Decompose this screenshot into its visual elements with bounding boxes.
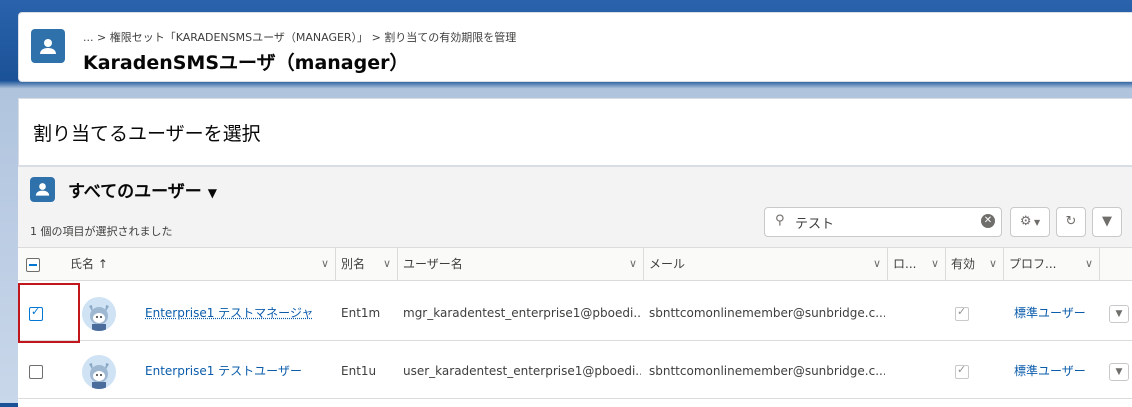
settings-button[interactable]: ⚙ ▼ (1010, 207, 1050, 237)
column-header-locale[interactable]: ロ... ∨ (887, 248, 946, 280)
column-label: ロ... (893, 257, 917, 271)
active-checkbox (955, 363, 969, 379)
breadcrumb-separator: > (371, 31, 385, 44)
page-title: KaradenSMSユーザ（manager） (83, 52, 409, 74)
column-label: 有効 (951, 257, 976, 271)
caret-down-icon: ▼ (207, 186, 218, 200)
chevron-down-icon[interactable]: ∨ (873, 248, 881, 280)
chevron-down-icon[interactable]: ∨ (989, 248, 997, 280)
refresh-button[interactable]: ↻ (1056, 207, 1086, 237)
list-view-panel: すべてのユーザー ▼ 1 個の項目が選択されました ⚲ ✕ ⚙ ▼ ↻ ▼ 氏名 … (18, 166, 1132, 407)
clear-icon[interactable]: ✕ (981, 214, 995, 228)
breadcrumb-current: 割り当ての有効期限を管理 (384, 31, 517, 44)
column-label: ユーザー名 (403, 257, 463, 271)
column-label: メール (649, 257, 686, 271)
column-label: 別名 (341, 257, 366, 271)
user-icon (30, 177, 55, 202)
column-header-email[interactable]: メール ∨ (643, 248, 888, 280)
row-actions-button[interactable]: ▼ (1109, 305, 1129, 323)
column-label: プロフ... (1009, 257, 1057, 271)
refresh-icon: ↻ (1065, 214, 1077, 229)
row-username: user_karadentest_enterprise1@pboedi... (403, 364, 641, 378)
column-header-username[interactable]: ユーザー名 ∨ (397, 248, 644, 280)
search-icon: ⚲ (775, 213, 785, 228)
column-header-active[interactable]: 有効 ∨ (945, 248, 1004, 280)
column-label: 氏名 ↑ (70, 257, 108, 271)
column-header-profile[interactable]: プロフ... ∨ (1003, 248, 1100, 280)
page-header: ... > 権限セット「KARADENSMSユーザ（MANAGER）」 > 割り… (18, 12, 1132, 82)
profile-link[interactable]: 標準ユーザー (1014, 306, 1086, 320)
row-alias: Ent1u (341, 364, 377, 378)
search-input[interactable] (793, 211, 967, 233)
user-icon (31, 29, 65, 63)
row-alias: Ent1m (341, 306, 381, 320)
breadcrumb-ellipsis[interactable]: ... (83, 31, 94, 44)
chevron-down-icon[interactable]: ∨ (383, 248, 391, 280)
section-title: 割り当てるユーザーを選択 (33, 123, 261, 145)
selected-count: 1 個の項目が選択されました (30, 225, 173, 238)
avatar (82, 297, 116, 331)
breadcrumb-permission-set[interactable]: 権限セット「KARADENSMSユーザ（MANAGER）」 (110, 31, 368, 44)
section-header: 割り当てるユーザーを選択 (18, 98, 1132, 166)
filter-button[interactable]: ▼ (1092, 207, 1122, 237)
row-name[interactable]: Enterprise1 テストマネージャ (145, 287, 330, 340)
filter-icon: ▼ (1102, 214, 1112, 229)
chevron-down-icon[interactable]: ∨ (321, 248, 329, 280)
row-checkbox[interactable] (29, 365, 43, 379)
row-username: mgr_karadentest_enterprise1@pboedi... (403, 306, 641, 320)
caret-down-icon: ▼ (1031, 218, 1041, 227)
list-view-header: すべてのユーザー ▼ 1 個の項目が選択されました ⚲ ✕ ⚙ ▼ ↻ ▼ (18, 167, 1132, 248)
table-row[interactable]: Enterprise1 テストユーザー Ent1u user_karadente… (18, 345, 1132, 399)
user-link[interactable]: Enterprise1 テストユーザー (145, 364, 302, 378)
row-profile: 標準ユーザー (1014, 287, 1088, 340)
chevron-down-icon[interactable]: ∨ (931, 248, 939, 280)
active-checkbox (955, 305, 969, 321)
chevron-down-icon[interactable]: ∨ (629, 248, 637, 280)
row-email: sbnttcomonlinemember@sunbridge.c... (649, 364, 885, 378)
row-actions-button[interactable]: ▼ (1109, 363, 1129, 381)
column-header-name[interactable]: 氏名 ↑ ∨ (58, 248, 336, 280)
list-view-picker[interactable]: すべてのユーザー ▼ (68, 177, 217, 202)
breadcrumb-separator: > (97, 31, 110, 44)
row-email: sbnttcomonlinemember@sunbridge.c... (649, 306, 885, 320)
list-view-title: すべてのユーザー (68, 182, 202, 202)
user-link[interactable]: Enterprise1 テストマネージャ (145, 306, 313, 320)
select-all-cell (18, 248, 58, 280)
gear-icon: ⚙ (1019, 214, 1032, 229)
column-header-alias[interactable]: 別名 ∨ (335, 248, 398, 280)
table-row[interactable]: Enterprise1 テストマネージャ Ent1m mgr_karadente… (18, 287, 1132, 341)
chevron-down-icon[interactable]: ∨ (1085, 248, 1093, 280)
search-box[interactable]: ⚲ ✕ (764, 207, 1002, 237)
row-name[interactable]: Enterprise1 テストユーザー (145, 345, 330, 398)
profile-link[interactable]: 標準ユーザー (1014, 364, 1086, 378)
select-all-checkbox[interactable] (26, 258, 40, 272)
breadcrumb: ... > 権限セット「KARADENSMSユーザ（MANAGER）」 > 割り… (83, 29, 516, 45)
avatar (82, 355, 116, 389)
table-header: 氏名 ↑ ∨ 別名 ∨ ユーザー名 ∨ メール ∨ ロ... ∨ 有効 ∨ プロ… (18, 248, 1132, 281)
row-profile: 標準ユーザー (1014, 345, 1088, 398)
selection-highlight-box (18, 283, 80, 343)
